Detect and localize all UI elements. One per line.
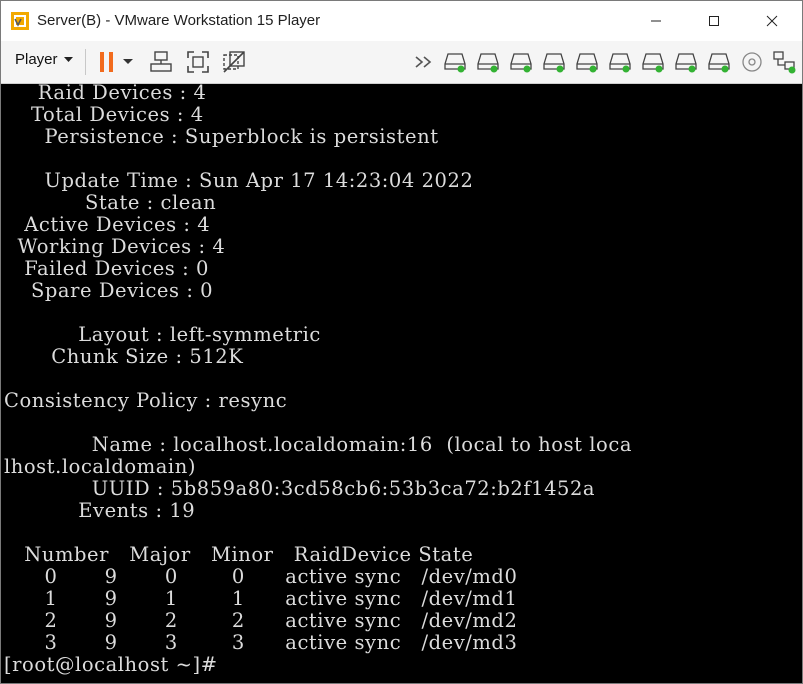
console-line: Consistency Policy : resync — [4, 389, 288, 412]
console-line: Raid Devices : 4 — [4, 81, 207, 104]
power-options-dropdown[interactable] — [121, 50, 135, 74]
console-line: Spare Devices : 0 — [4, 279, 214, 302]
cd-dvd-icon — [742, 52, 762, 72]
send-ctrl-alt-del-button[interactable] — [149, 50, 173, 74]
minimize-icon — [651, 20, 661, 22]
console-line: 0 9 0 0 active sync /dev/md0 — [4, 565, 518, 588]
console-line: Layout : left-symmetric — [4, 323, 321, 346]
console-line: Working Devices : 4 — [4, 235, 226, 258]
player-menu-button[interactable]: Player — [15, 51, 73, 68]
pause-icon — [100, 52, 113, 72]
title-bar[interactable]: Server(B) - VMware Workstation 15 Player — [1, 1, 802, 41]
hard-disk-3-button[interactable] — [509, 50, 533, 74]
vm-console-screen[interactable]: Raid Devices : 4 Total Devices : 4 Persi… — [1, 81, 802, 683]
hard-disk-icon — [708, 53, 730, 73]
console-line: 1 9 1 1 active sync /dev/md1 — [4, 587, 518, 610]
console-line: State : clean — [4, 191, 217, 214]
console-line: 3 9 3 3 active sync /dev/md3 — [4, 631, 518, 654]
console-line: Failed Devices : 0 — [4, 257, 209, 280]
hard-disk-1-button[interactable] — [443, 50, 467, 74]
hard-disk-4-button[interactable] — [542, 50, 566, 74]
player-menu-label: Player — [15, 51, 58, 68]
unity-disabled-icon — [223, 51, 245, 73]
hard-disk-6-button[interactable] — [608, 50, 632, 74]
toolbar: Player — [1, 41, 802, 84]
pause-button[interactable] — [95, 50, 119, 74]
window-title: Server(B) - VMware Workstation 15 Player — [37, 12, 321, 29]
hard-disk-2-button[interactable] — [476, 50, 500, 74]
console-line: Update Time : Sun Apr 17 14:23:04 2022 — [4, 169, 474, 192]
hard-disk-8-button[interactable] — [674, 50, 698, 74]
show-more-devices-button[interactable] — [413, 50, 437, 74]
console-line: Total Devices : 4 — [4, 103, 204, 126]
maximize-button[interactable] — [691, 1, 737, 41]
close-button[interactable] — [749, 1, 795, 41]
hard-disk-icon — [444, 53, 466, 73]
hard-disk-icon — [543, 53, 565, 73]
shell-prompt: [root@localhost ~]# — [4, 653, 218, 676]
console-line: UUID : 5b859a80:3cd58cb6:53b3ca72:b2f145… — [4, 477, 596, 500]
fullscreen-button[interactable] — [186, 50, 210, 74]
console-line: Active Devices : 4 — [4, 213, 211, 236]
chevron-down-icon — [123, 59, 133, 64]
hard-disk-7-button[interactable] — [641, 50, 665, 74]
console-line: Chunk Size : 512K — [4, 345, 244, 368]
hard-disk-icon — [642, 53, 664, 73]
vmware-window: Server(B) - VMware Workstation 15 Player… — [0, 0, 803, 684]
unity-button[interactable] — [222, 50, 246, 74]
minimize-button[interactable] — [633, 1, 679, 41]
close-icon — [766, 15, 778, 27]
console-line: Events : 19 — [4, 499, 196, 522]
chevron-down-icon — [63, 56, 73, 62]
console-line: 2 9 2 2 active sync /dev/md2 — [4, 609, 518, 632]
hard-disk-icon — [675, 53, 697, 73]
keyboard-network-icon — [150, 51, 172, 72]
vmware-app-icon — [11, 12, 29, 30]
network-adapter-button[interactable] — [772, 50, 796, 74]
hard-disk-icon — [510, 53, 532, 73]
double-chevron-right-icon — [415, 56, 432, 68]
network-adapter-icon — [773, 51, 796, 74]
console-line: Persistence : Superblock is persistent — [4, 125, 439, 148]
hard-disk-icon — [477, 53, 499, 73]
toolbar-separator — [85, 49, 86, 75]
hard-disk-icon — [609, 53, 631, 73]
hard-disk-5-button[interactable] — [575, 50, 599, 74]
console-line: Number Major Minor RaidDevice State — [4, 543, 474, 566]
hard-disk-icon — [576, 53, 598, 73]
maximize-icon — [709, 16, 719, 26]
console-line: lhost.localdomain) — [4, 455, 196, 478]
fullscreen-icon — [187, 51, 209, 73]
hard-disk-9-button[interactable] — [707, 50, 731, 74]
cd-dvd-button[interactable] — [740, 50, 764, 74]
console-line: Name : localhost.localdomain:16 (local t… — [4, 433, 632, 456]
